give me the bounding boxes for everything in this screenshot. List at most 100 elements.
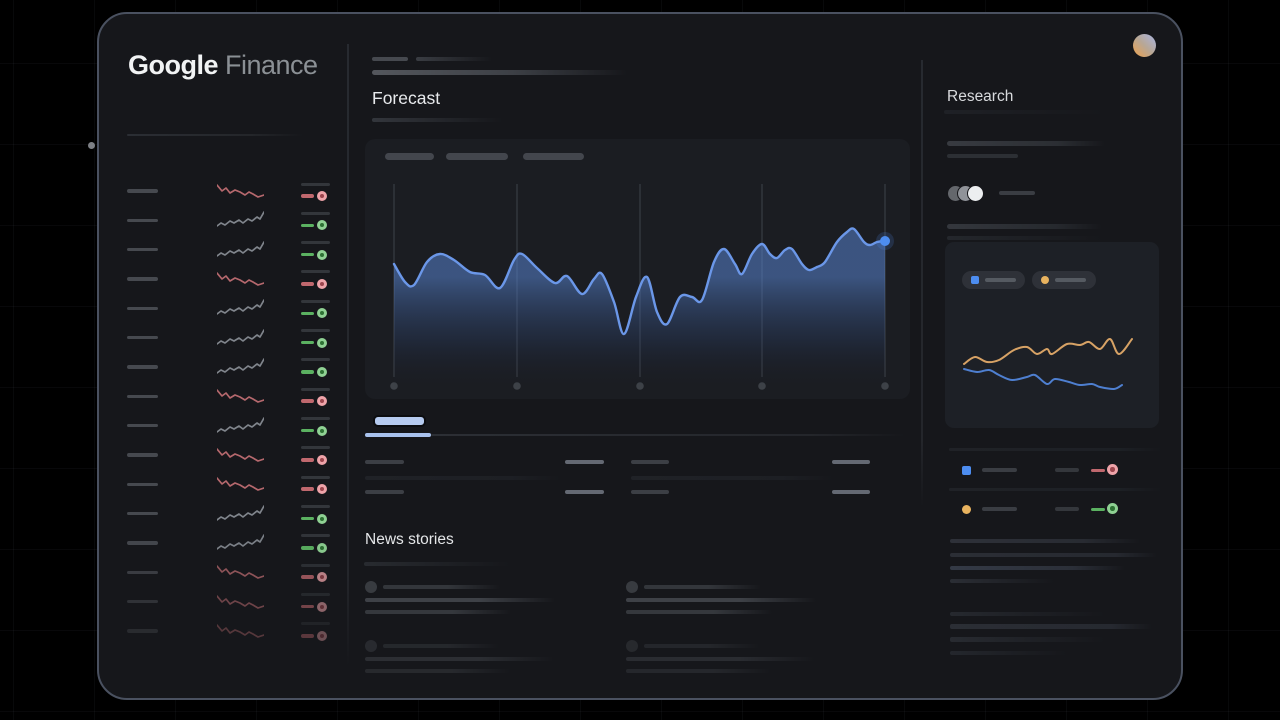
down-badge-icon (317, 484, 327, 494)
change-dash (301, 546, 314, 550)
news-story-item[interactable] (365, 640, 597, 680)
up-badge-icon (317, 308, 327, 318)
placeholder-bar (372, 70, 627, 75)
watchlist-row[interactable] (127, 415, 331, 437)
sparkline-chart (217, 329, 264, 347)
sparkline-chart (217, 182, 264, 200)
watchlist-row[interactable] (127, 473, 331, 495)
stat-label-bar (631, 490, 669, 494)
news-story-item[interactable] (365, 581, 597, 621)
list-divider (949, 448, 1161, 451)
placeholder-bar (950, 624, 1152, 629)
change-dash (1091, 469, 1105, 473)
placeholder-bar (301, 476, 330, 479)
ticker-label-bar (127, 365, 158, 369)
user-avatar[interactable] (1133, 34, 1156, 57)
watchlist-row[interactable] (127, 209, 331, 231)
watchlist-row[interactable] (127, 356, 331, 378)
orange-dot-icon (962, 505, 971, 514)
placeholder-bar (301, 300, 330, 303)
news-story-item[interactable] (626, 640, 858, 680)
watchlist-row[interactable] (127, 327, 331, 349)
watchlist-row[interactable] (127, 385, 331, 407)
placeholder-bar (1055, 507, 1079, 511)
watchlist-row[interactable] (127, 620, 331, 642)
up-badge-icon (317, 220, 327, 230)
sidebar-main-divider (347, 44, 349, 666)
placeholder-bar (999, 191, 1035, 195)
watchlist-row[interactable] (127, 532, 331, 554)
placeholder-bar (947, 236, 1102, 240)
placeholder-bar (947, 154, 1018, 158)
change-dash (301, 429, 314, 433)
forecast-chart-panel[interactable] (365, 139, 910, 399)
watchlist-row[interactable] (127, 297, 331, 319)
ticker-label-bar (127, 277, 158, 281)
main-research-divider (921, 60, 923, 507)
placeholder-bar (301, 505, 330, 508)
watchlist-row[interactable] (127, 591, 331, 613)
placeholder-bar (301, 622, 330, 625)
placeholder-bar (372, 57, 408, 61)
stat-label-bar (631, 460, 669, 464)
placeholder-bar (383, 644, 500, 648)
research-comparison-card[interactable] (945, 242, 1159, 428)
sparkline-chart (217, 534, 264, 552)
up-badge-icon (317, 338, 327, 348)
placeholder-bar (947, 141, 1105, 146)
placeholder-bar (950, 637, 1105, 642)
change-dash (301, 487, 314, 491)
news-source-avatar (626, 640, 638, 652)
placeholder-bar (950, 651, 1067, 656)
list-divider (949, 488, 1161, 491)
watchlist-row[interactable] (127, 503, 331, 525)
placeholder-bar (301, 241, 330, 244)
placeholder-bar (301, 593, 330, 596)
change-dash (301, 575, 314, 579)
ticker-label-bar (127, 600, 158, 604)
placeholder-bar (950, 566, 1125, 571)
up-badge-icon (1107, 503, 1118, 514)
watchlist-row[interactable] (127, 268, 331, 290)
watchlist-row[interactable] (127, 561, 331, 583)
placeholder-bar (982, 468, 1017, 472)
up-badge-icon (317, 250, 327, 260)
placeholder-bar (301, 212, 330, 215)
forecast-area-chart[interactable] (365, 139, 910, 399)
stat-value-bar (565, 460, 604, 464)
news-story-item[interactable] (626, 581, 858, 621)
change-dash (301, 312, 314, 316)
ticker-label-bar (127, 541, 158, 545)
placeholder-bar (950, 612, 1105, 617)
page-background: GoogleFinance Forecast (0, 0, 1280, 720)
forecast-title: Forecast (372, 88, 440, 109)
placeholder-bar (365, 669, 511, 673)
placeholder-bar (947, 224, 1102, 229)
watchlist-row[interactable] (127, 444, 331, 466)
placeholder-bar (372, 118, 502, 122)
analyst-avatar-stack[interactable] (947, 185, 984, 200)
cursor-dot (88, 142, 95, 149)
ticker-label-bar (127, 248, 158, 252)
ticker-label-bar (127, 336, 158, 340)
sparkline-chart (217, 387, 264, 405)
selected-tab-pill[interactable] (373, 415, 426, 427)
placeholder-bar (301, 417, 330, 420)
sparkline-chart (217, 446, 264, 464)
news-stories-title: News stories (365, 531, 454, 549)
stat-value-bar (565, 490, 604, 494)
up-badge-icon (317, 426, 327, 436)
watchlist-row[interactable] (127, 239, 331, 261)
change-dash (301, 341, 314, 345)
change-dash (301, 517, 314, 521)
up-badge-icon (317, 543, 327, 553)
stat-label-bar (365, 490, 404, 494)
ticker-label-bar (127, 453, 158, 457)
news-source-avatar (365, 640, 377, 652)
news-source-avatar (365, 581, 377, 593)
sparkline-chart (217, 211, 264, 229)
placeholder-bar (301, 388, 330, 391)
google-finance-logo[interactable]: GoogleFinance (128, 50, 318, 81)
change-dash (301, 634, 314, 638)
watchlist-row[interactable] (127, 180, 331, 202)
